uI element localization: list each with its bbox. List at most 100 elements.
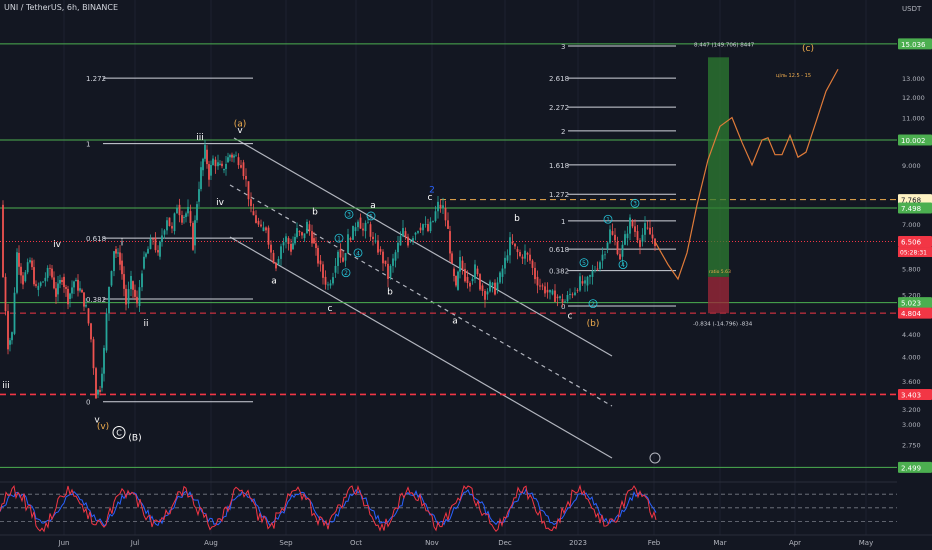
candle-body <box>44 277 47 282</box>
wave-label: b <box>514 214 520 224</box>
candle-body <box>157 250 159 253</box>
candle-body <box>221 163 223 167</box>
candle-body <box>359 217 362 229</box>
count-label: 4 <box>621 262 625 269</box>
candle-body <box>589 275 591 277</box>
candle-body <box>132 281 134 290</box>
candle-body <box>152 238 154 240</box>
candle-body <box>57 283 59 295</box>
candle-body <box>208 164 210 180</box>
wave-label: iii <box>2 381 10 391</box>
candle-body <box>275 263 277 269</box>
candle-body <box>519 252 521 256</box>
candle-body <box>402 228 404 237</box>
candle-body <box>349 238 352 240</box>
candle-body <box>119 252 121 265</box>
candle-body <box>564 301 566 303</box>
candle-body <box>229 155 231 158</box>
fib-left-label: 1.272 <box>86 75 106 83</box>
candle-body <box>641 234 644 242</box>
candle-body <box>315 243 317 248</box>
price-tag-label: 3.403 <box>901 391 921 399</box>
fib-right-label: 1.618 <box>549 162 569 170</box>
fib-left-label: 0 <box>86 399 90 407</box>
candle-body <box>474 264 476 279</box>
time-tick: Aug <box>204 539 218 547</box>
candle-body <box>257 220 260 225</box>
ratio-label: ratio 5.63 <box>709 269 731 275</box>
count-label: 3 <box>347 212 351 219</box>
candle-body <box>217 162 219 167</box>
candle-body <box>20 266 22 276</box>
time-tick: Feb <box>648 539 661 547</box>
candle-body <box>265 227 267 231</box>
candle-body <box>427 224 429 232</box>
price-tag-label: 10.002 <box>901 137 926 145</box>
candle-body <box>419 227 422 231</box>
candle-body <box>92 339 95 369</box>
currency-label: USDT <box>902 5 922 13</box>
candle-body <box>616 241 619 255</box>
candle-body <box>499 272 501 283</box>
candle-body <box>290 243 292 252</box>
fib-left-label: 0.382 <box>86 296 106 304</box>
wave-label: iii <box>196 133 204 143</box>
candle-body <box>646 227 649 229</box>
candle-body <box>235 155 237 157</box>
candle-body <box>437 201 439 212</box>
candle-body <box>77 279 79 291</box>
candle-body <box>439 204 442 208</box>
candle-body <box>130 276 132 290</box>
candle-body <box>4 276 7 312</box>
wave-label: c <box>328 304 333 314</box>
candle-body <box>536 276 539 286</box>
candle-body <box>121 260 123 275</box>
price-chart[interactable]: 1.272 1 0.618 0.382 0 3 2.618 2.272 2 1.618 1.272 1… <box>0 0 932 550</box>
candle-body <box>574 292 576 295</box>
candle-body <box>447 220 449 229</box>
candle-body <box>285 236 287 243</box>
candle-body <box>46 267 49 278</box>
wave-label: a <box>370 201 376 211</box>
price-axis: USDT 15.036 13.000 12.000 11.000 10.002 9.000 7… <box>897 0 932 535</box>
candle-body <box>626 233 629 239</box>
count-label: 1 <box>606 217 610 224</box>
candle-body <box>173 213 176 232</box>
candle-body <box>233 155 235 158</box>
candle-body <box>569 293 571 296</box>
candle-body <box>24 272 27 282</box>
candle-body <box>389 265 392 277</box>
candle-body <box>614 234 616 241</box>
candle-body <box>200 167 202 190</box>
candle-body <box>397 242 399 253</box>
candle-body <box>476 268 479 275</box>
candle-body <box>504 257 506 269</box>
candle-body <box>311 231 313 244</box>
candle-body <box>277 258 280 265</box>
stop-zone <box>708 276 729 314</box>
wave-label: b <box>387 287 393 297</box>
candle-body <box>16 252 18 293</box>
candle-body <box>571 294 574 296</box>
candle-body <box>159 241 161 257</box>
candle-body <box>149 238 152 250</box>
count-label: 4 <box>356 250 360 257</box>
candle-body <box>301 232 303 236</box>
time-tick: Nov <box>425 539 439 547</box>
target-zone <box>708 57 729 277</box>
candle-body <box>514 243 516 247</box>
time-tick: Sep <box>279 539 293 547</box>
candle-body <box>181 215 183 223</box>
candle-body <box>223 168 225 171</box>
candle-body <box>484 290 486 300</box>
candle-body <box>282 242 285 246</box>
target-label: 8.447 (149.706) 8447 <box>694 42 755 48</box>
candle-body <box>194 220 196 246</box>
candle-body <box>521 256 524 259</box>
price-tick: 13.000 <box>902 75 925 83</box>
candle-body <box>347 234 349 254</box>
candle-body <box>296 228 298 237</box>
candle-body <box>134 289 136 297</box>
fib-right-label: 0 <box>561 303 565 311</box>
candle-body <box>459 256 461 272</box>
